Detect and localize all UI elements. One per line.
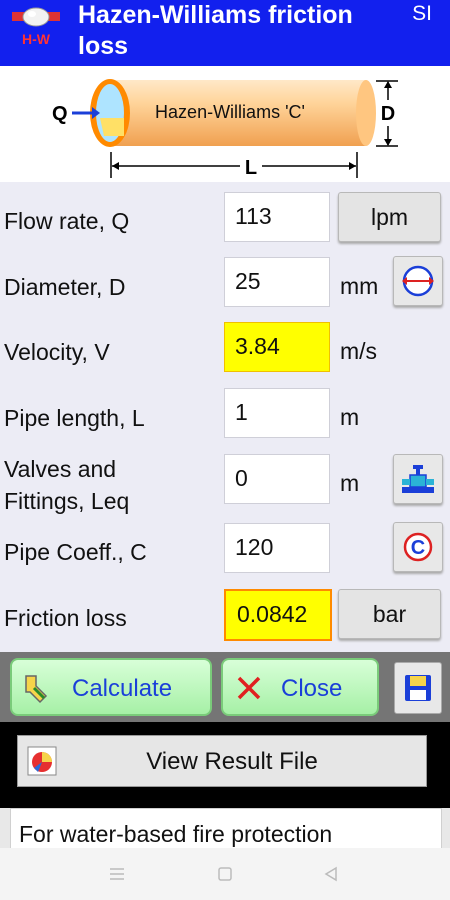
pipe-length-unit: m [340,404,360,430]
home-icon[interactable] [216,865,234,883]
velocity-unit: m/s [340,338,378,364]
hw-logo-icon: H-W [10,6,62,50]
valves-lookup-button[interactable] [393,454,443,504]
flow-rate-label: Flow rate, Q [4,208,130,234]
close-button[interactable]: Close [221,658,379,716]
flow-unit-button[interactable]: lpm [338,192,441,242]
pipe-coeff-lookup-button[interactable]: C [393,522,443,572]
view-result-file-label: View Result File [146,748,318,775]
action-bar: Calculate Close [0,652,450,722]
pipe-coeff-label: Pipe Coeff., C [4,539,147,565]
diameter-lookup-button[interactable] [393,256,443,306]
coefficient-glyph: C [411,537,425,559]
friction-unit-button[interactable]: bar [338,589,441,639]
valve-icon [402,465,434,493]
menu-icon[interactable] [108,866,126,882]
system-nav-bar [0,848,450,900]
valves-input[interactable]: 0 [224,454,330,504]
calculate-label: Calculate [72,675,173,702]
pipe-length-label: Pipe length, L [4,405,145,431]
unit-system-toggle[interactable]: SI [412,2,432,26]
diameter-input[interactable]: 25 [224,257,330,307]
q-label: Q [52,103,68,125]
valves-label-line2: Fittings, Leq [4,488,130,514]
l-label: L [245,157,257,179]
calculate-icon [25,675,48,704]
velocity-label: Velocity, V [4,339,110,365]
page-title: Hazen-Williams friction loss [78,1,353,60]
flow-rate-input[interactable]: 113 [224,192,330,242]
c-label: Hazen-Williams 'C' [155,102,305,122]
view-result-file-button[interactable]: View Result File [17,735,427,787]
calculate-button[interactable]: Calculate [10,658,212,716]
back-icon[interactable] [322,865,340,883]
result-bar: View Result File [0,722,450,808]
close-icon [237,676,261,700]
close-label: Close [281,675,343,702]
valves-unit: m [340,470,360,496]
velocity-output: 3.84 [224,322,330,372]
diameter-unit: mm [340,273,379,299]
friction-loss-label: Friction loss [4,605,127,631]
floppy-disk-icon [405,675,431,701]
save-button[interactable] [394,662,442,714]
pipe-diagram: Q Hazen-Williams 'C' D L [0,66,450,182]
friction-loss-output: 0.0842 [224,589,332,641]
input-form: Flow rate, Q 113 lpm Diameter, D 25 mm V… [0,182,450,652]
app-bar: H-W Hazen-Williams friction loss SI [0,0,450,66]
diameter-label: Diameter, D [4,274,126,300]
valves-label-line1: Valves and [4,456,117,482]
d-label: D [381,103,395,125]
pipe-coeff-input[interactable]: 120 [224,523,330,573]
coefficient-icon: C [403,532,433,562]
logo-text: H-W [22,31,51,47]
pipe-length-input[interactable]: 1 [224,388,330,438]
diameter-icon [402,265,434,297]
